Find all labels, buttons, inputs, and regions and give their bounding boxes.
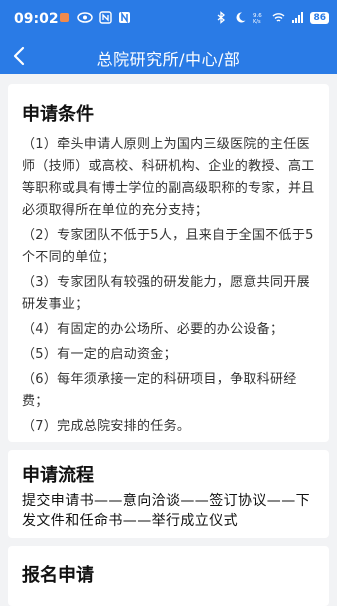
condition-item: （2）专家团队不低于5人，且来自于全国不低于5个不同的单位；	[22, 228, 314, 265]
status-right-icons: 9.6 K/s 86	[215, 11, 329, 24]
notification-dot-icon	[60, 13, 69, 22]
svg-text:K/s: K/s	[253, 19, 261, 24]
process-card: 申请流程 提交申请书——意向洽谈——签订协议——下发文件和任命书——举行成立仪式	[8, 450, 329, 538]
status-bar: 09:02 9.6 K/s 86	[0, 0, 337, 38]
condition-item: （4）有固定的办公场所、必要的办公设备；	[22, 322, 284, 337]
page-title: 总院研究所/中心/部	[96, 50, 241, 69]
nav-bar: 总院研究所/中心/部	[0, 38, 337, 74]
conditions-card: 申请条件 （1）牵头申请人原则上为国内三级医院的主任医师（技师）或高校、科研机构…	[8, 84, 329, 442]
conditions-list: （1）牵头申请人原则上为国内三级医院的主任医师（技师）或高校、科研机构、企业的教…	[22, 134, 322, 441]
data-speed-icon: 9.6K/s	[253, 13, 262, 24]
status-left-icons	[58, 11, 131, 24]
eye-icon	[77, 12, 93, 23]
status-time: 09:02	[14, 11, 59, 27]
wifi-icon	[272, 13, 285, 22]
bluetooth-icon	[218, 11, 226, 24]
nfc-icon	[99, 11, 112, 24]
conditions-title: 申请条件	[22, 104, 94, 125]
signup-title: 报名申请	[22, 565, 94, 586]
condition-item: （1）牵头申请人原则上为国内三级医院的主任医师（技师）或高校、科研机构、企业的教…	[22, 137, 315, 218]
signal-icon	[292, 12, 304, 23]
condition-item: （3）专家团队有较强的研发能力，愿意共同开展研发事业；	[22, 275, 310, 312]
battery-icon: 86	[310, 11, 329, 24]
n-app-icon	[119, 11, 130, 24]
signup-card[interactable]: 报名申请	[8, 546, 329, 606]
condition-item: （6）每年须承接一定的科研项目，争取科研经费；	[22, 372, 297, 409]
process-title: 申请流程	[22, 465, 94, 486]
process-text: 提交申请书——意向洽谈——签订协议——下发文件和任命书——举行成立仪式	[22, 493, 310, 529]
moon-icon	[236, 12, 246, 23]
condition-item: （7）完成总院安排的任务。	[22, 419, 191, 434]
condition-item: （5）有一定的启动资金；	[22, 347, 177, 362]
